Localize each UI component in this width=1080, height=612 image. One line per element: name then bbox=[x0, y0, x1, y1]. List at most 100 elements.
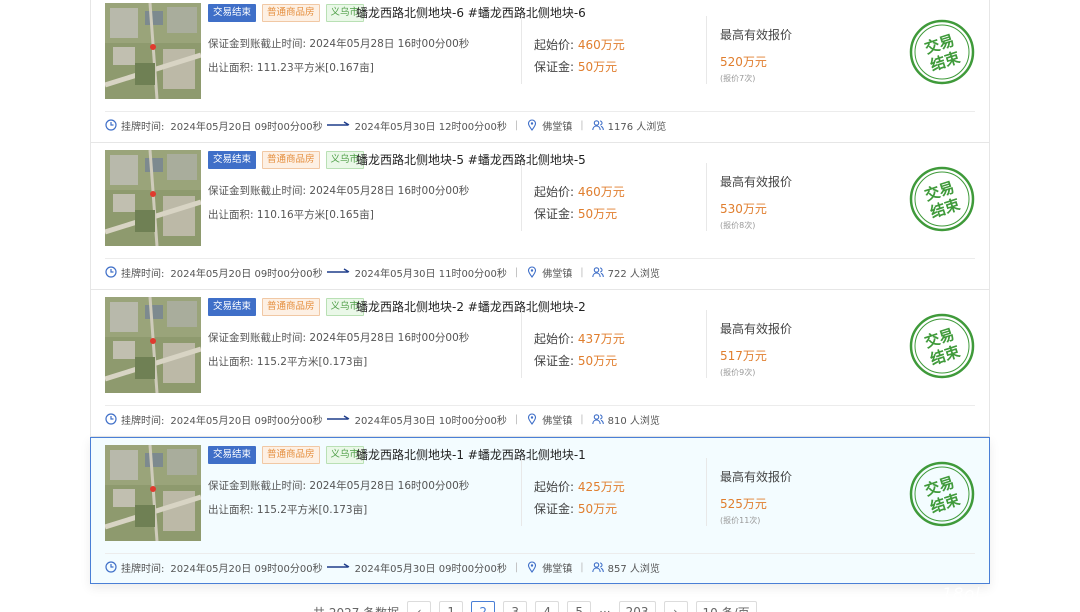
view-count: 857 人浏览 bbox=[607, 563, 660, 575]
divider bbox=[521, 310, 522, 378]
start-price: 起始价: 437万元 bbox=[534, 330, 625, 347]
clock-icon bbox=[105, 266, 117, 278]
divider bbox=[521, 163, 522, 231]
deposit-deadline-value: 2024年05月28日 16时00分00秒 bbox=[309, 480, 470, 492]
page-1[interactable]: 1 bbox=[439, 601, 464, 612]
start-price-label: 起始价: bbox=[534, 332, 575, 346]
status-tag: 交易结束 bbox=[208, 4, 257, 22]
max-bid-label: 最高有效报价 bbox=[720, 175, 793, 189]
clock-icon bbox=[105, 413, 117, 425]
start-price-label: 起始价: bbox=[534, 480, 575, 494]
list-time-label: 挂牌时间: bbox=[121, 268, 165, 280]
area-value: 110.16平方米[0.165亩] bbox=[256, 209, 374, 221]
deposit: 保证金: 50万元 bbox=[534, 58, 617, 75]
deposit-deadline-label: 保证金到账截止时间: bbox=[208, 480, 307, 492]
listing-card[interactable]: 交易结束 普通商品房 义乌市 蟠龙西路北侧地块-1 #蟠龙西路北侧地块-1 保证… bbox=[90, 437, 990, 584]
listing-card[interactable]: 交易结束 普通商品房 义乌市 蟠龙西路北侧地块-6 #蟠龙西路北侧地块-6 保证… bbox=[90, 0, 990, 143]
location-pin-icon bbox=[528, 413, 537, 425]
list-start: 2024年05月20日 09时00分00秒 bbox=[170, 415, 323, 427]
start-price-label: 起始价: bbox=[534, 38, 575, 52]
property-type-tag: 普通商品房 bbox=[262, 298, 320, 316]
tag-row: 交易结束 普通商品房 义乌市 bbox=[208, 298, 365, 316]
max-bid-label: 最高有效报价 bbox=[720, 322, 793, 336]
page-size-select[interactable]: 10 条/页 bbox=[695, 601, 757, 612]
start-price: 起始价: 460万元 bbox=[534, 183, 625, 200]
max-bid-label: 最高有效报价 bbox=[720, 28, 793, 42]
deposit-deadline: 保证金到账截止时间: 2024年05月28日 16时00分00秒 bbox=[208, 330, 469, 345]
parcel-satellite-thumbnail[interactable] bbox=[105, 150, 201, 246]
arrow-right-icon bbox=[326, 268, 350, 273]
divider bbox=[521, 16, 522, 84]
deposit-deadline-label: 保证金到账截止时间: bbox=[208, 332, 307, 344]
deposit: 保证金: 50万元 bbox=[534, 500, 617, 517]
deposit: 保证金: 50万元 bbox=[534, 205, 617, 222]
location-pin-icon bbox=[528, 561, 537, 573]
deposit-deadline: 保证金到账截止时间: 2024年05月28日 16时00分00秒 bbox=[208, 36, 469, 51]
list-start: 2024年05月20日 09时00分00秒 bbox=[170, 563, 323, 575]
transfer-area: 出让面积: 115.2平方米[0.173亩] bbox=[208, 502, 367, 517]
listing-title[interactable]: 蟠龙西路北侧地块-1 #蟠龙西路北侧地块-1 bbox=[356, 446, 586, 464]
separator: | bbox=[580, 119, 584, 131]
listing-title[interactable]: 蟠龙西路北侧地块-2 #蟠龙西路北侧地块-2 bbox=[356, 298, 586, 316]
max-bid-value: 530万元 bbox=[720, 202, 767, 216]
location: 佛堂镇 bbox=[542, 415, 573, 427]
parcel-satellite-thumbnail[interactable] bbox=[105, 3, 201, 99]
list-start: 2024年05月20日 09时00分00秒 bbox=[170, 268, 323, 280]
start-price-value: 460万元 bbox=[577, 38, 625, 52]
listing-meta: 挂牌时间: 2024年05月20日 09时00分00秒 2024年05月30日 … bbox=[105, 117, 666, 133]
area-label: 出让面积: bbox=[208, 62, 254, 74]
deposit-deadline: 保证金到账截止时间: 2024年05月28日 16时00分00秒 bbox=[208, 478, 469, 493]
page-4[interactable]: 4 bbox=[535, 601, 560, 612]
separator: | bbox=[514, 561, 519, 573]
deposit-label: 保证金: bbox=[534, 60, 575, 74]
list-time-label: 挂牌时间: bbox=[121, 563, 165, 575]
status-tag: 交易结束 bbox=[208, 446, 257, 464]
deposit-value: 50万元 bbox=[577, 354, 618, 368]
deposit-value: 50万元 bbox=[577, 60, 618, 74]
listing-card[interactable]: 交易结束 普通商品房 义乌市 蟠龙西路北侧地块-2 #蟠龙西路北侧地块-2 保证… bbox=[90, 290, 990, 437]
list-start: 2024年05月20日 09时00分00秒 bbox=[170, 121, 323, 133]
users-icon bbox=[591, 562, 604, 573]
location: 佛堂镇 bbox=[542, 121, 573, 133]
users-icon bbox=[591, 414, 604, 425]
listing-title[interactable]: 蟠龙西路北侧地块-6 #蟠龙西路北侧地块-6 bbox=[356, 4, 586, 22]
listing-title[interactable]: 蟠龙西路北侧地块-5 #蟠龙西路北侧地块-5 bbox=[356, 151, 586, 169]
users-icon bbox=[591, 120, 604, 131]
property-type-tag: 普通商品房 bbox=[262, 4, 320, 22]
deposit-value: 50万元 bbox=[577, 207, 618, 221]
page-last[interactable]: 203 bbox=[618, 601, 656, 612]
area-label: 出让面积: bbox=[208, 209, 254, 221]
deposit-deadline: 保证金到账截止时间: 2024年05月28日 16时00分00秒 bbox=[208, 183, 469, 198]
pagination: 共 2027 条数据 ‹ 1 2 3 4 5 ··· 203 › 10 条/页 bbox=[313, 600, 757, 612]
page-3[interactable]: 3 bbox=[503, 601, 528, 612]
list-end: 2024年05月30日 10时00分00秒 bbox=[354, 415, 507, 427]
start-price-label: 起始价: bbox=[534, 185, 575, 199]
prev-page-button[interactable]: ‹ bbox=[407, 601, 432, 612]
total-count: 共 2027 条数据 bbox=[313, 604, 399, 612]
divider bbox=[706, 310, 707, 378]
separator: | bbox=[580, 413, 584, 425]
max-bid-value: 525万元 bbox=[720, 497, 767, 511]
parcel-satellite-thumbnail[interactable] bbox=[105, 445, 201, 541]
area-value: 111.23平方米[0.167亩] bbox=[256, 62, 374, 74]
list-end: 2024年05月30日 11时00分00秒 bbox=[354, 268, 507, 280]
deposit-deadline-label: 保证金到账截止时间: bbox=[208, 38, 307, 50]
area-value: 115.2平方米[0.173亩] bbox=[256, 356, 368, 368]
next-page-button[interactable]: › bbox=[663, 601, 688, 612]
deposit-label: 保证金: bbox=[534, 207, 575, 221]
location: 佛堂镇 bbox=[542, 268, 573, 280]
page-2[interactable]: 2 bbox=[471, 601, 496, 612]
arrow-right-icon bbox=[326, 121, 350, 126]
deposit-deadline-value: 2024年05月28日 16时00分00秒 bbox=[309, 38, 470, 50]
page-5[interactable]: 5 bbox=[567, 601, 592, 612]
transfer-area: 出让面积: 115.2平方米[0.173亩] bbox=[208, 354, 367, 369]
divider bbox=[105, 111, 975, 112]
listing-card[interactable]: 交易结束 普通商品房 义乌市 蟠龙西路北侧地块-5 #蟠龙西路北侧地块-5 保证… bbox=[90, 143, 990, 290]
view-count: 722 人浏览 bbox=[607, 268, 660, 280]
max-bid-value: 517万元 bbox=[720, 349, 767, 363]
listing-meta: 挂牌时间: 2024年05月20日 09时00分00秒 2024年05月30日 … bbox=[105, 264, 660, 280]
parcel-satellite-thumbnail[interactable] bbox=[105, 297, 201, 393]
deposit-label: 保证金: bbox=[534, 354, 575, 368]
users-icon bbox=[591, 267, 604, 278]
transfer-area: 出让面积: 111.23平方米[0.167亩] bbox=[208, 60, 374, 75]
